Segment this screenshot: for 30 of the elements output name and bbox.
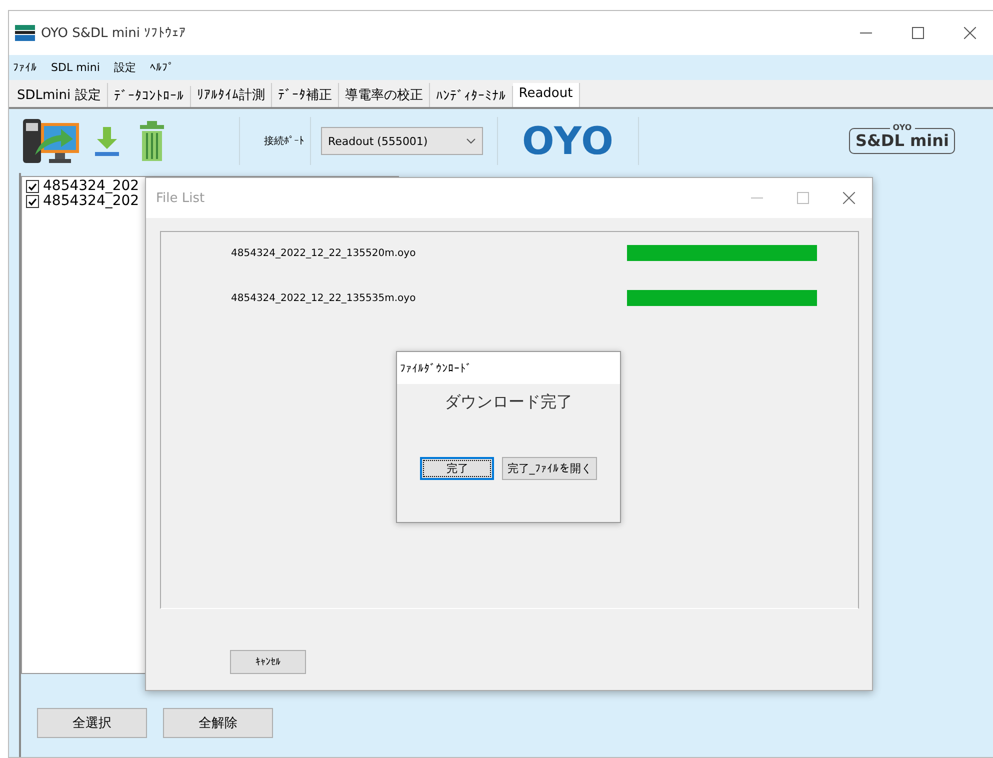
menu-item[interactable]: ﾌｧｲﾙ [13, 61, 37, 74]
window-title: OYO S&DL mini ｿﾌﾄｳｪｱ [41, 26, 186, 40]
menu-item[interactable]: ﾍﾙﾌﾟ [150, 61, 174, 74]
file-name: 4854324_202 [43, 194, 140, 209]
dialog-button[interactable]: 完了_ﾌｧｲﾙを開く [502, 457, 597, 480]
cancel-button[interactable]: ｷｬﾝｾﾙ [230, 650, 306, 674]
brand-logo: OYO [522, 119, 614, 163]
action-button[interactable]: 全解除 [163, 708, 273, 738]
dialog-message: ダウンロード完了 [444, 392, 572, 413]
dialog-title: ﾌｧｲﾙﾀﾞｳﾝﾛｰﾄﾞ [397, 352, 620, 384]
port-label: 接続ﾎﾟｰﾄ [264, 134, 304, 148]
close-icon[interactable] [843, 192, 855, 204]
file-name: 4854324_202 [43, 179, 140, 194]
menu-item[interactable]: SDL mini [51, 61, 100, 74]
port-dropdown[interactable]: Readout (555001) [321, 127, 483, 155]
file-name: 4854324_2022_12_22_135535m.oyo [231, 292, 417, 304]
app-logo-icon [15, 25, 35, 41]
download-icon[interactable] [95, 125, 119, 157]
maximize-icon[interactable] [912, 27, 924, 39]
close-icon[interactable] [964, 27, 976, 39]
checkbox[interactable] [26, 195, 39, 208]
menu-item[interactable]: 設定 [114, 60, 136, 75]
action-button[interactable]: 全選択 [37, 708, 147, 738]
tab[interactable]: Readout [512, 83, 580, 107]
trash-icon[interactable] [139, 121, 165, 161]
dialog-title: File List [156, 190, 205, 206]
chevron-icon [466, 138, 476, 144]
dialog-button[interactable]: 完了 [420, 457, 494, 480]
checkbox[interactable] [26, 180, 39, 193]
file-name: 4854324_2022_12_22_135520m.oyo [231, 248, 417, 258]
